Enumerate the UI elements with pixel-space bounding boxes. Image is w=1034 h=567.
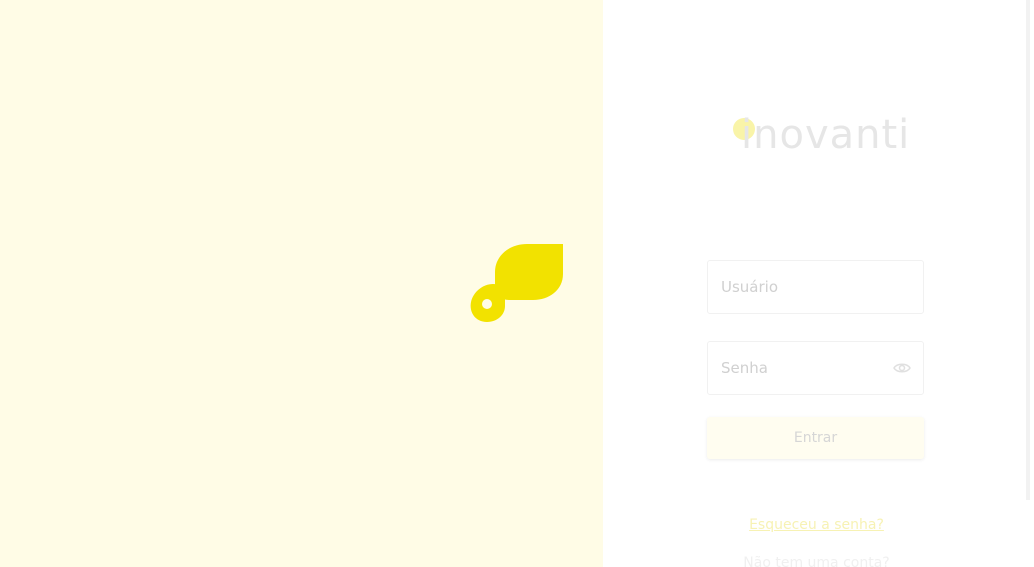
scrollbar-track[interactable] (1026, 0, 1030, 500)
forgot-password-link[interactable]: Esqueceu a senha? (603, 517, 1030, 533)
username-field[interactable]: Usuário (707, 260, 924, 314)
brand-mark-icon (470, 244, 563, 322)
brand-logo: inovanti (733, 112, 909, 158)
password-field[interactable]: Senha (707, 341, 924, 395)
brand-panel (0, 0, 603, 567)
password-label: Senha (721, 359, 768, 377)
login-button[interactable]: Entrar (707, 417, 924, 459)
login-panel: inovanti Usuário Senha Entrar Esqueceu a… (603, 0, 1030, 567)
username-label: Usuário (721, 278, 779, 296)
eye-icon[interactable] (893, 361, 911, 375)
secondary-link[interactable]: Não tem uma conta? (603, 555, 1030, 567)
logo-text: inovanti (741, 112, 911, 158)
